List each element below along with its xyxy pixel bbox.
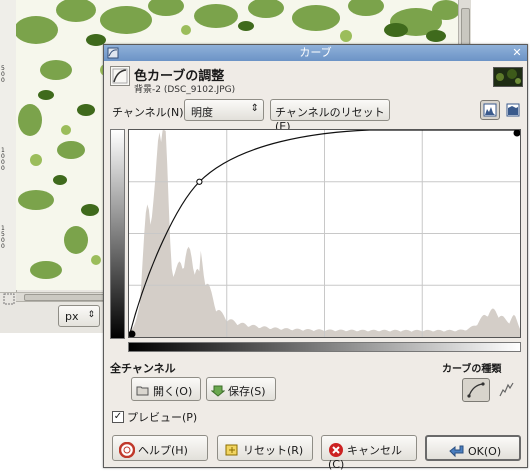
output-gradient-bar — [110, 129, 125, 339]
unit-select-value: px — [65, 310, 79, 323]
input-gradient-bar — [128, 342, 521, 352]
help-label: ヘルプ(H) — [138, 444, 188, 457]
reset-icon — [225, 444, 238, 456]
help-button[interactable]: ヘルプ(H) — [112, 435, 208, 461]
spin-arrows-icon: ⇕ — [87, 310, 95, 320]
ok-button[interactable]: OK(O) — [425, 435, 521, 461]
window-menu-icon[interactable] — [107, 47, 119, 59]
channel-select[interactable]: 明度 ⇕ — [184, 99, 264, 121]
preview-label[interactable]: プレビュー(P) — [127, 409, 197, 425]
linear-histogram-button[interactable] — [480, 100, 500, 120]
reset-channel-button[interactable]: チャンネルのリセット(E) — [270, 99, 390, 133]
smooth-curve-button[interactable] — [462, 378, 490, 402]
curve-graph[interactable] — [128, 129, 521, 338]
curve-type-label: カーブの種類 — [442, 364, 502, 375]
open-label: 開く(O) — [153, 385, 193, 398]
save-icon — [211, 385, 225, 397]
ruler-label: 1000 — [1, 147, 5, 172]
layer-subtitle: 背景-2 (DSC_9102.JPG) — [134, 85, 236, 95]
navigate-icon[interactable] — [3, 293, 15, 305]
channel-select-value: 明度 — [191, 106, 213, 119]
dialog-title: カーブ — [299, 46, 332, 59]
ruler-label: 500 — [1, 65, 5, 84]
curves-tool-icon — [110, 66, 130, 86]
curve-control-point[interactable] — [513, 129, 521, 137]
save-label: 保存(S) — [228, 385, 266, 398]
open-button[interactable]: 開く(O) — [131, 377, 201, 401]
log-histogram-icon — [506, 103, 520, 117]
layer-thumbnail — [493, 67, 523, 87]
spin-arrows-icon: ⇕ — [250, 103, 259, 114]
unit-select[interactable]: px ⇕ — [58, 305, 100, 327]
ok-icon — [449, 445, 464, 458]
cancel-button[interactable]: キャンセル(C) — [321, 435, 417, 471]
channel-label: チャンネル(N): — [112, 106, 188, 119]
close-icon[interactable]: ✕ — [511, 47, 523, 59]
ruler-label: 1500 — [1, 225, 5, 250]
logarithmic-histogram-button[interactable] — [503, 100, 521, 120]
freehand-curve-icon — [499, 382, 514, 397]
dialog-titlebar[interactable]: カーブ ✕ — [104, 45, 527, 61]
curve-canvas[interactable] — [128, 129, 521, 338]
preview-checkbox[interactable]: ✓ — [112, 411, 124, 423]
curves-dialog: カーブ ✕ 色カーブの調整 背景-2 (DSC_9102.JPG) チャンネル(… — [103, 44, 528, 471]
smooth-curve-icon — [467, 382, 485, 398]
help-icon — [119, 442, 135, 458]
ok-label: OK(O) — [468, 445, 502, 458]
reset-label: リセット(R) — [243, 444, 304, 457]
curve-control-point[interactable] — [128, 330, 136, 338]
curve-control-point[interactable] — [196, 178, 203, 185]
linear-histogram-icon — [483, 103, 497, 117]
folder-open-icon — [136, 386, 149, 396]
reset-button[interactable]: リセット(R) — [217, 435, 313, 461]
freehand-curve-button[interactable] — [494, 378, 520, 402]
save-button[interactable]: 保存(S) — [206, 377, 276, 401]
cancel-icon — [329, 443, 343, 457]
vertical-ruler: 500 1000 1500 — [0, 0, 17, 292]
all-channels-label: 全チャンネル — [110, 362, 176, 375]
